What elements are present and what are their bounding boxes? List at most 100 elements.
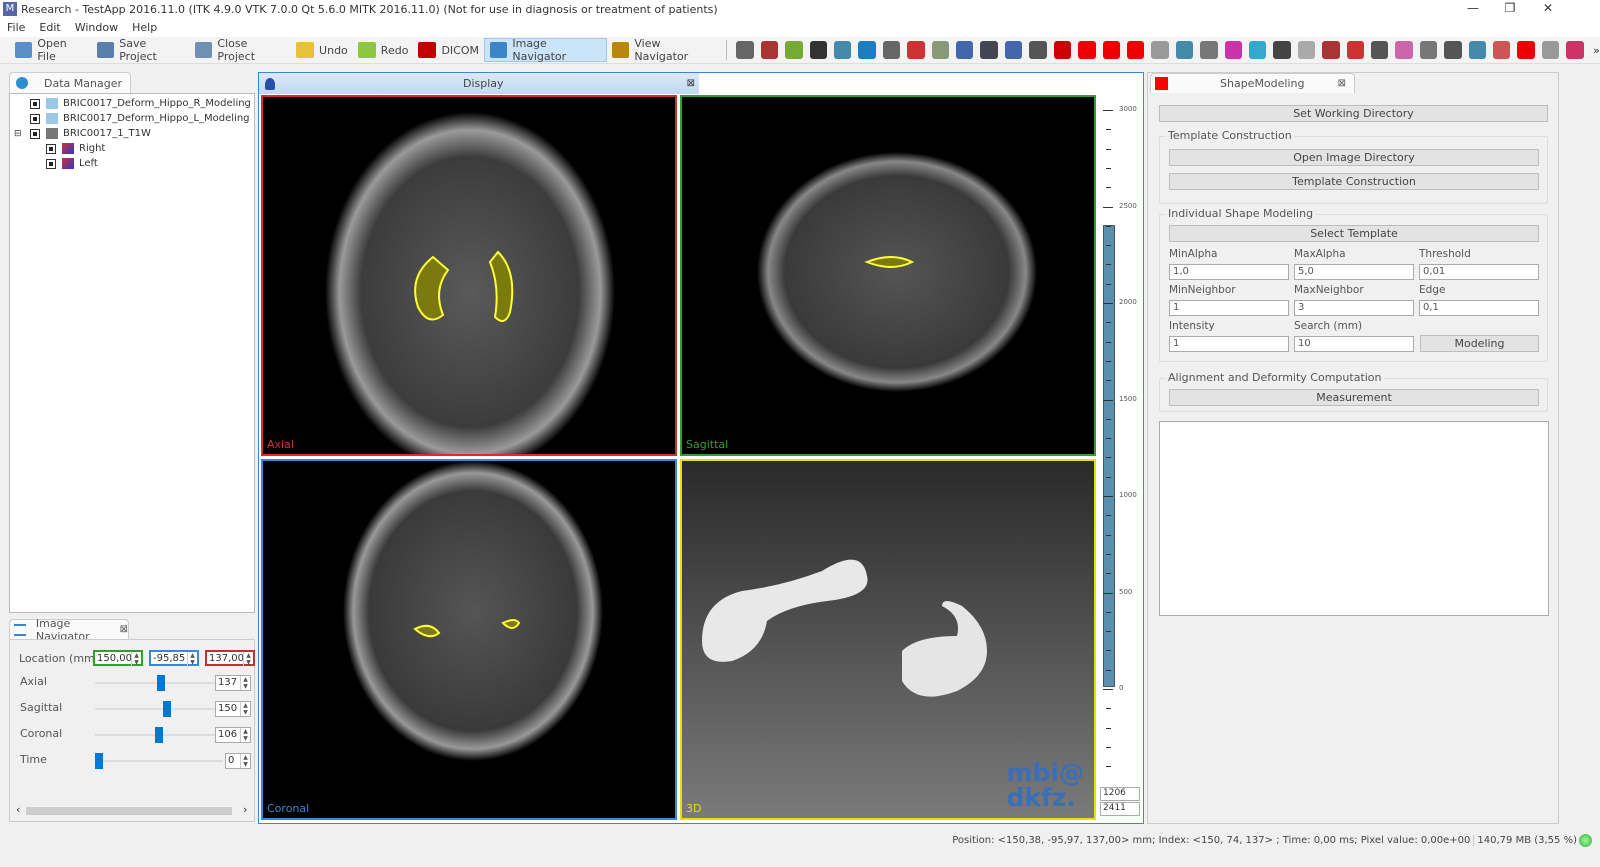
set-working-directory-button[interactable]: Set Working Directory <box>1159 105 1548 122</box>
plugin-4-icon[interactable] <box>809 41 828 59</box>
sagittal-view[interactable]: Sagittal <box>680 95 1096 456</box>
plugin-3-icon[interactable] <box>785 41 803 59</box>
horizontal-scrollbar[interactable]: ‹ › <box>14 803 252 818</box>
3d-view[interactable]: mbi@ dkfz. 3D <box>680 459 1096 820</box>
plugin-22-icon[interactable] <box>1248 41 1267 59</box>
plugin-1-icon[interactable] <box>736 41 754 59</box>
slider-thumb[interactable] <box>157 675 166 691</box>
visibility-checkbox[interactable] <box>30 113 40 124</box>
axial-slider[interactable] <box>95 675 223 691</box>
visibility-checkbox[interactable] <box>30 98 40 109</box>
search-mm-input[interactable]: 10 <box>1294 336 1414 352</box>
level-window-widget[interactable]: 1206 2411 3000 2500 2000 1500 1000 500 0 <box>1097 95 1142 821</box>
plugin-33-icon[interactable] <box>1517 41 1535 59</box>
undo-button[interactable]: Undo <box>291 38 353 62</box>
plugin-15-icon[interactable] <box>1078 41 1096 59</box>
image-navigator-button[interactable]: Image Navigator <box>483 37 607 63</box>
plugin-6-icon[interactable] <box>858 41 876 59</box>
plugin-18-icon[interactable] <box>1151 41 1169 59</box>
tree-item[interactable]: BRIC0017_Deform_Hippo_L_Modeling <box>10 111 254 126</box>
dicom-button[interactable]: DICOM <box>413 38 484 62</box>
tree-item[interactable]: ⊟ BRIC0017_1_T1W <box>10 126 254 141</box>
coronal-slider[interactable] <box>95 727 223 743</box>
tab-shape-modeling[interactable]: ShapeModeling ⊠ <box>1150 73 1355 93</box>
redo-button[interactable]: Redo <box>353 38 414 62</box>
minalpha-input[interactable]: 1,0 <box>1169 264 1289 280</box>
plugin-20-icon[interactable] <box>1200 41 1218 59</box>
tab-display[interactable]: Display ⊠ <box>259 73 699 94</box>
plugin-14-icon[interactable] <box>1053 41 1072 59</box>
save-project-button[interactable]: Save Project <box>92 37 190 63</box>
menu-help[interactable]: Help <box>125 21 164 34</box>
collapse-icon[interactable]: ⊟ <box>14 129 22 139</box>
plugin-10-icon[interactable] <box>956 41 974 59</box>
tree-item[interactable]: Right <box>10 141 254 156</box>
location-x-spinbox[interactable]: 150,00 ▲ ▼ <box>93 650 143 666</box>
restore-button[interactable]: ❐ <box>1492 0 1528 18</box>
level-input[interactable]: 1206 <box>1100 787 1140 801</box>
template-construction-button[interactable]: Template Construction <box>1169 173 1539 190</box>
spin-arrows-icon[interactable]: ▲ ▼ <box>131 652 141 666</box>
plugin-12-icon[interactable] <box>1004 41 1023 59</box>
maxalpha-input[interactable]: 5,0 <box>1294 264 1414 280</box>
axial-spinbox[interactable]: 137 ▲ ▼ <box>215 675 251 691</box>
plugin-27-icon[interactable] <box>1370 41 1389 59</box>
slider-thumb[interactable] <box>95 753 103 769</box>
menu-edit[interactable]: Edit <box>32 21 67 34</box>
plugin-21-icon[interactable] <box>1224 41 1242 59</box>
modeling-button[interactable]: Modeling <box>1420 335 1539 352</box>
toolbar-overflow-button[interactable]: » <box>1593 44 1600 57</box>
window-input[interactable]: 2411 <box>1100 802 1140 816</box>
visibility-checkbox[interactable] <box>30 128 40 139</box>
plugin-9-icon[interactable] <box>931 41 950 59</box>
select-template-button[interactable]: Select Template <box>1169 225 1539 242</box>
scroll-right-button[interactable]: › <box>243 803 247 816</box>
plugin-23-icon[interactable] <box>1273 41 1291 59</box>
coronal-spinbox[interactable]: 106 ▲ ▼ <box>215 727 251 743</box>
level-window-bar[interactable] <box>1103 225 1115 687</box>
open-image-directory-button[interactable]: Open Image Directory <box>1169 149 1539 166</box>
close-tab-icon[interactable]: ⊠ <box>120 624 128 635</box>
plugin-2-icon[interactable] <box>760 41 779 59</box>
plugin-32-icon[interactable] <box>1493 41 1511 59</box>
plugin-8-icon[interactable] <box>907 41 925 59</box>
plugin-35-icon[interactable] <box>1566 41 1584 59</box>
close-window-button[interactable]: ✕ <box>1530 0 1566 18</box>
time-spinbox[interactable]: 0 ▲ ▼ <box>225 753 251 769</box>
plugin-29-icon[interactable] <box>1419 41 1438 59</box>
close-tab-icon[interactable]: ⊠ <box>687 78 695 89</box>
sagittal-spinbox[interactable]: 150 ▲ ▼ <box>215 701 251 717</box>
plugin-13-icon[interactable] <box>1029 41 1047 59</box>
plugin-5-icon[interactable] <box>834 41 852 59</box>
minimize-button[interactable]: — <box>1455 0 1491 18</box>
close-project-button[interactable]: Close Project <box>190 37 291 63</box>
open-file-button[interactable]: Open File <box>10 37 92 63</box>
menu-file[interactable]: File <box>0 21 32 34</box>
scroll-left-button[interactable]: ‹ <box>16 803 20 816</box>
measurement-button[interactable]: Measurement <box>1169 389 1539 406</box>
plugin-26-icon[interactable] <box>1346 41 1364 59</box>
time-slider[interactable] <box>95 753 223 769</box>
plugin-11-icon[interactable] <box>980 41 998 59</box>
menu-window[interactable]: Window <box>68 21 125 34</box>
intensity-input[interactable]: 1 <box>1169 336 1289 352</box>
coronal-view[interactable]: Coronal <box>261 459 677 820</box>
edge-input[interactable]: 0,1 <box>1419 300 1539 316</box>
plugin-24-icon[interactable] <box>1297 41 1316 59</box>
close-tab-icon[interactable]: ⊠ <box>1338 78 1346 89</box>
axial-view[interactable]: Axial <box>261 95 677 456</box>
plugin-17-icon[interactable] <box>1126 41 1145 59</box>
tree-item[interactable]: Left <box>10 156 254 171</box>
maxneighbor-input[interactable]: 3 <box>1294 300 1414 316</box>
tab-image-navigator[interactable]: Image Navigator ⊠ <box>9 617 129 643</box>
slider-thumb[interactable] <box>163 701 172 717</box>
spin-arrows-icon[interactable]: ▲ ▼ <box>187 652 197 666</box>
location-z-spinbox[interactable]: 137,00 ▲ ▼ <box>205 650 255 666</box>
spin-arrows-icon[interactable]: ▲ ▼ <box>240 702 250 716</box>
plugin-7-icon[interactable] <box>882 41 901 59</box>
slider-thumb[interactable] <box>155 727 163 743</box>
spin-arrows-icon[interactable]: ▲ ▼ <box>240 728 250 742</box>
plugin-25-icon[interactable] <box>1322 41 1340 59</box>
threshold-input[interactable]: 0,01 <box>1419 264 1539 280</box>
plugin-16-icon[interactable] <box>1102 41 1120 59</box>
